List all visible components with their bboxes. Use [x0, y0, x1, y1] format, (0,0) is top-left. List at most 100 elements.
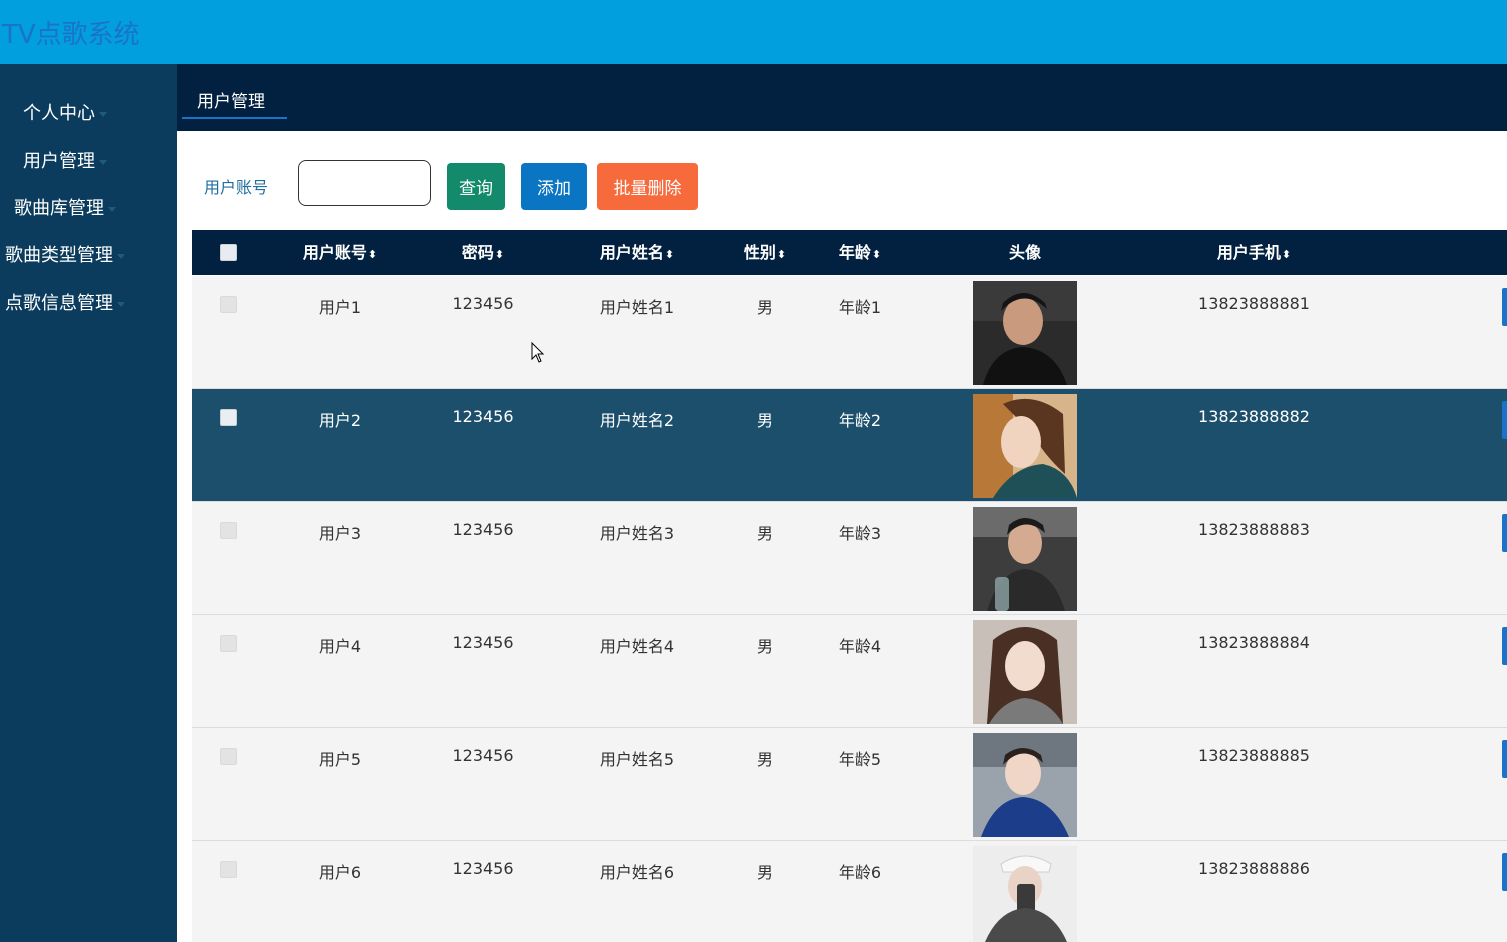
add-button[interactable]: 添加 — [521, 163, 587, 210]
sidebar-item-label: 歌曲库管理 — [14, 198, 104, 219]
avatar — [973, 620, 1077, 724]
tab-bar: 用户管理 — [177, 64, 1507, 131]
sidebar: 个人中心 用户管理 歌曲库管理 歌曲类型管理 点歌信息管理 — [0, 64, 177, 942]
cell-name: 用户姓名6 — [599, 863, 675, 882]
app-title: TV点歌系统 — [2, 20, 140, 50]
cell-age: 年龄6 — [838, 863, 882, 882]
search-input[interactable] — [298, 160, 431, 206]
cell-gender: 男 — [756, 750, 774, 769]
cell-phone: 13823888882 — [1198, 407, 1310, 426]
table-header: 用户账号⬍ 密码⬍ 用户姓名⬍ 性别⬍ 年龄⬍ 头像 用户手机⬍ — [192, 230, 1507, 275]
chevron-down-icon — [99, 159, 107, 165]
cell-account: 用户2 — [318, 411, 362, 430]
column-header-phone[interactable]: 用户手机⬍ — [1217, 230, 1291, 275]
sidebar-item-label: 歌曲类型管理 — [5, 245, 113, 266]
table-row[interactable]: 用户2 123456 用户姓名2 男 年龄2 13823888882 — [192, 389, 1507, 502]
avatar — [973, 281, 1077, 385]
batch-delete-button[interactable]: 批量删除 — [597, 163, 698, 210]
cell-account: 用户1 — [318, 298, 362, 317]
table-row[interactable]: 用户1 123456 用户姓名1 男 年龄1 13823888881 — [192, 276, 1507, 389]
table-row[interactable]: 用户3 123456 用户姓名3 男 年龄3 13823888883 — [192, 502, 1507, 615]
row-action-button[interactable] — [1502, 288, 1507, 326]
cell-phone: 13823888886 — [1198, 859, 1310, 878]
row-checkbox[interactable] — [220, 409, 237, 426]
cell-phone: 13823888883 — [1198, 520, 1310, 539]
cell-age: 年龄2 — [838, 411, 882, 430]
row-checkbox[interactable] — [220, 748, 237, 765]
cell-name: 用户姓名3 — [599, 524, 675, 543]
table-row[interactable]: 用户5 123456 用户姓名5 男 年龄5 13823888885 — [192, 728, 1507, 841]
chevron-down-icon — [117, 253, 125, 259]
cell-password: 123456 — [452, 520, 514, 539]
row-action-button[interactable] — [1502, 514, 1507, 552]
sort-icon[interactable]: ⬍ — [368, 248, 377, 261]
column-header-password[interactable]: 密码⬍ — [462, 230, 504, 275]
cell-phone: 13823888884 — [1198, 633, 1310, 652]
cell-password: 123456 — [452, 294, 514, 313]
active-tab-indicator — [182, 117, 287, 119]
sidebar-item-label: 个人中心 — [23, 103, 95, 124]
cell-password: 123456 — [452, 859, 514, 878]
column-header-name[interactable]: 用户姓名⬍ — [600, 230, 674, 275]
cell-account: 用户5 — [318, 750, 362, 769]
cell-name: 用户姓名1 — [599, 298, 675, 317]
sidebar-item-user-management[interactable]: 用户管理 — [23, 147, 107, 173]
row-checkbox[interactable] — [220, 635, 237, 652]
row-action-button[interactable] — [1502, 853, 1507, 891]
row-action-button[interactable] — [1502, 740, 1507, 778]
cell-gender: 男 — [756, 411, 774, 430]
column-header-age[interactable]: 年龄⬍ — [839, 230, 881, 275]
row-checkbox[interactable] — [220, 522, 237, 539]
cell-password: 123456 — [452, 633, 514, 652]
cell-age: 年龄3 — [838, 524, 882, 543]
cell-name: 用户姓名4 — [599, 637, 675, 656]
row-checkbox[interactable] — [220, 861, 237, 878]
sidebar-item-label: 点歌信息管理 — [5, 293, 113, 314]
cell-name: 用户姓名5 — [599, 750, 675, 769]
search-label: 用户账号 — [204, 178, 269, 197]
avatar — [973, 733, 1077, 837]
sort-icon[interactable]: ⬍ — [777, 248, 786, 261]
chevron-down-icon — [108, 206, 116, 212]
cell-gender: 男 — [756, 637, 774, 656]
cell-password: 123456 — [452, 407, 514, 426]
mouse-cursor-icon — [531, 341, 545, 368]
cell-age: 年龄5 — [838, 750, 882, 769]
row-checkbox[interactable] — [220, 296, 237, 313]
cell-name: 用户姓名2 — [599, 411, 675, 430]
column-header-avatar: 头像 — [1008, 243, 1042, 262]
avatar — [973, 507, 1077, 611]
select-all-checkbox[interactable] — [220, 244, 237, 261]
sidebar-item-personal-center[interactable]: 个人中心 — [23, 99, 107, 125]
cell-phone: 13823888885 — [1198, 746, 1310, 765]
sort-icon[interactable]: ⬍ — [1282, 248, 1291, 261]
sort-icon[interactable]: ⬍ — [495, 248, 504, 261]
row-action-button[interactable] — [1502, 627, 1507, 665]
sort-icon[interactable]: ⬍ — [665, 248, 674, 261]
cell-account: 用户6 — [318, 863, 362, 882]
cell-age: 年龄1 — [838, 298, 882, 317]
sidebar-item-label: 用户管理 — [23, 151, 95, 172]
cell-phone: 13823888881 — [1198, 294, 1310, 313]
tab-user-management[interactable]: 用户管理 — [197, 87, 265, 112]
cell-gender: 男 — [756, 524, 774, 543]
query-button[interactable]: 查询 — [447, 163, 505, 210]
cell-gender: 男 — [756, 863, 774, 882]
sidebar-item-song-library[interactable]: 歌曲库管理 — [14, 194, 116, 220]
row-action-button[interactable] — [1502, 401, 1507, 439]
top-header: TV点歌系统 — [0, 0, 1507, 64]
cell-password: 123456 — [452, 746, 514, 765]
cell-gender: 男 — [756, 298, 774, 317]
cell-age: 年龄4 — [838, 637, 882, 656]
column-header-account[interactable]: 用户账号⬍ — [303, 230, 377, 275]
column-header-gender[interactable]: 性别⬍ — [744, 230, 786, 275]
cell-account: 用户3 — [318, 524, 362, 543]
chevron-down-icon — [99, 111, 107, 117]
sidebar-item-song-request[interactable]: 点歌信息管理 — [5, 289, 125, 315]
cell-account: 用户4 — [318, 637, 362, 656]
table-row[interactable]: 用户4 123456 用户姓名4 男 年龄4 13823888884 — [192, 615, 1507, 728]
sort-icon[interactable]: ⬍ — [872, 248, 881, 261]
sidebar-item-song-type[interactable]: 歌曲类型管理 — [5, 241, 125, 267]
avatar — [973, 846, 1077, 942]
table-row[interactable]: 用户6 123456 用户姓名6 男 年龄6 13823888886 — [192, 841, 1507, 942]
